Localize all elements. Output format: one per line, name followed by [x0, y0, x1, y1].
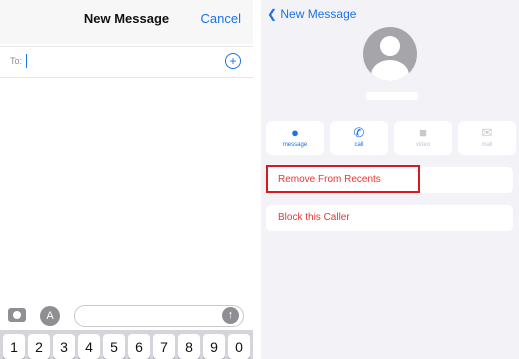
video-button[interactable]: ■ video	[394, 121, 452, 155]
key-2[interactable]: 2	[28, 334, 50, 359]
avatar-body	[371, 60, 409, 81]
action-buttons: ● message ✆ call ■ video ✉ mail	[266, 121, 519, 155]
cancel-button[interactable]: Cancel	[201, 11, 241, 26]
key-5[interactable]: 5	[103, 334, 125, 359]
new-message-panel: New Message Cancel To: + A ↑ 1234567890	[0, 0, 253, 359]
mail-label: mail	[481, 142, 493, 148]
block-caller-button[interactable]: Block this Caller	[278, 212, 350, 223]
text-caret	[26, 54, 27, 68]
keyboard-number-row: 1234567890	[3, 334, 253, 359]
send-icon[interactable]: ↑	[222, 307, 239, 324]
nav-bar: New Message Cancel	[0, 0, 253, 44]
key-1[interactable]: 1	[3, 334, 25, 359]
video-icon: ■	[419, 125, 427, 140]
chevron-left-icon: ❮	[267, 7, 281, 21]
call-icon: ✆	[353, 125, 365, 140]
key-7[interactable]: 7	[153, 334, 175, 359]
redacted-name	[366, 92, 418, 100]
key-0[interactable]: 0	[228, 334, 250, 359]
highlight-box	[266, 165, 420, 193]
back-button[interactable]: ❮ New Message	[267, 7, 356, 21]
key-9[interactable]: 9	[203, 334, 225, 359]
call-label: call	[354, 142, 364, 148]
key-6[interactable]: 6	[128, 334, 150, 359]
mail-icon: ✉	[481, 125, 493, 140]
message-label: message	[282, 142, 308, 148]
contact-info-panel: ❮ New Message ● message ✆ call ■ video ✉ mail R…	[261, 0, 519, 359]
mail-button[interactable]: ✉ mail	[458, 121, 516, 155]
avatar	[363, 27, 417, 81]
block-caller-row[interactable]: Block this Caller	[266, 205, 513, 231]
back-label: New Message	[280, 7, 357, 21]
camera-icon[interactable]	[8, 308, 26, 322]
keyboard: 1234567890	[0, 330, 253, 359]
message-icon: ●	[291, 125, 299, 140]
avatar-head	[380, 36, 400, 56]
video-label: video	[415, 142, 431, 148]
compose-bar: A ↑	[0, 300, 253, 330]
message-button[interactable]: ● message	[266, 121, 324, 155]
call-button[interactable]: ✆ call	[330, 121, 388, 155]
key-4[interactable]: 4	[78, 334, 100, 359]
recipient-field[interactable]: To: +	[0, 46, 253, 78]
key-8[interactable]: 8	[178, 334, 200, 359]
panel-divider	[253, 0, 261, 359]
key-3[interactable]: 3	[53, 334, 75, 359]
message-input[interactable]: ↑	[74, 305, 244, 327]
to-label: To:	[10, 56, 23, 66]
add-contact-icon[interactable]: +	[225, 53, 241, 69]
app-store-icon[interactable]: A	[40, 306, 60, 326]
